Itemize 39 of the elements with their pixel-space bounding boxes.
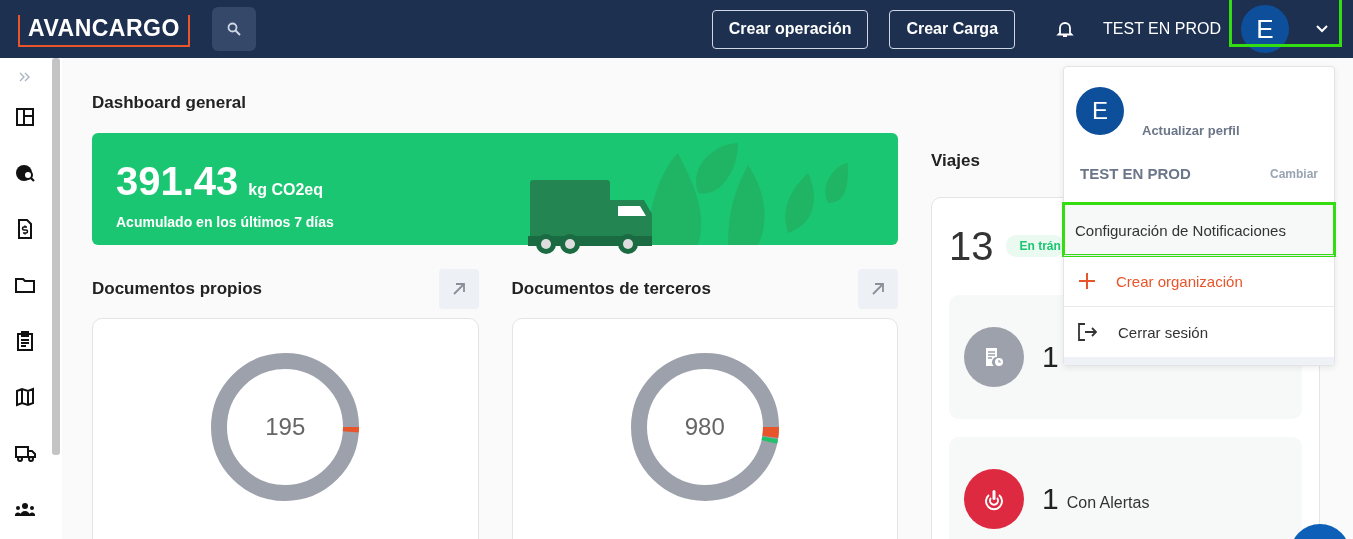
stat-label: Con Alertas [1066,494,1150,512]
update-profile-link[interactable]: Actualizar perfil [1142,123,1240,138]
globe-search-icon[interactable] [14,162,36,184]
page-title: Dashboard general [92,93,247,113]
alarm-icon [982,487,1006,511]
emissions-caption: Acumulado en los últimos 7 días [116,214,334,230]
emissions-value: 391.43 [116,159,239,204]
section-title: Documentos de terceros [511,279,711,299]
plus-icon [1078,272,1096,290]
scrollbar[interactable] [52,58,60,455]
bell-icon[interactable] [1055,19,1076,39]
status-badge: En trán [1005,235,1064,257]
user-avatar: E [1076,87,1124,135]
organization-name: TEST EN PROD [1103,20,1221,38]
logo[interactable]: AVANCARGO [18,15,190,47]
document-total: 195 [265,415,306,439]
arrow-up-right-icon [870,281,886,297]
user-avatar[interactable]: E [1241,5,1289,53]
search-button[interactable] [211,7,256,51]
create-button[interactable]: Crear operación [711,9,869,49]
trip-count: 13 [949,223,994,269]
document-total: 980 [684,415,725,439]
clipboard-icon[interactable] [14,330,36,352]
section-title: Viajes [931,151,981,171]
map-icon[interactable] [14,386,36,408]
logout-icon [1078,323,1098,341]
open-button[interactable] [438,269,479,309]
create-button[interactable]: Crear Carga [889,9,1016,49]
section-title: Documentos propios [92,279,262,299]
chevron-down-icon[interactable] [1315,24,1329,34]
menu-item[interactable]: Configuración de Notificaciones [1064,204,1334,255]
organization-name: TEST EN PROD [1080,165,1191,182]
document-clock-icon [983,346,1005,368]
stat-count: 1 [1042,340,1059,374]
emissions-unit: kg CO2eq [248,181,324,199]
search-icon [226,22,241,36]
layout-icon[interactable] [14,106,36,128]
menu-item[interactable]: Crear organización [1064,255,1334,306]
stat-count: 1 [1042,482,1059,516]
